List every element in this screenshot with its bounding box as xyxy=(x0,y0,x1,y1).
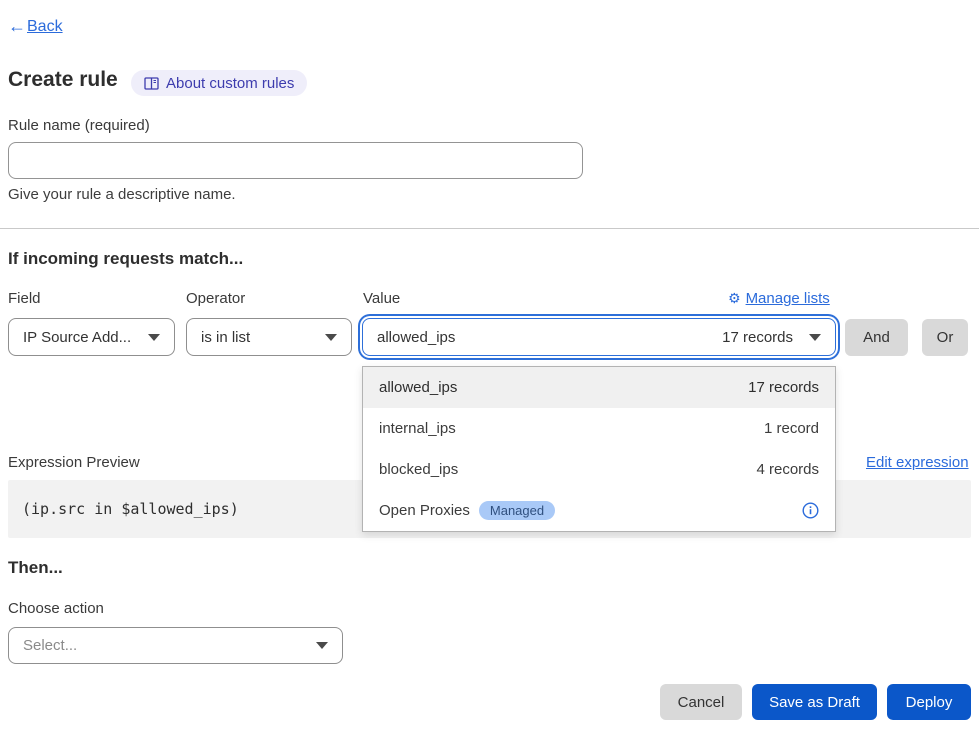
back-arrow-icon: ← xyxy=(8,16,26,37)
chevron-down-icon xyxy=(809,334,821,341)
managed-badge: Managed xyxy=(479,501,555,520)
deploy-button[interactable]: Deploy xyxy=(887,684,971,720)
about-badge-label: About custom rules xyxy=(166,75,294,92)
rule-name-helper-text: Give your rule a descriptive name. xyxy=(8,186,236,203)
rule-name-label: Rule name (required) xyxy=(8,117,150,134)
expression-preview-label: Expression Preview xyxy=(8,454,140,471)
list-name: blocked_ips xyxy=(379,461,458,478)
dropdown-item-internal-ips[interactable]: internal_ips 1 record xyxy=(363,408,835,449)
chevron-down-icon xyxy=(148,334,160,341)
chevron-down-icon xyxy=(316,642,328,649)
section-divider xyxy=(0,228,979,229)
back-link-label: Back xyxy=(27,18,63,36)
gear-icon: ⚙ xyxy=(728,290,741,307)
info-icon[interactable] xyxy=(802,502,819,519)
action-select-placeholder: Select... xyxy=(23,637,77,654)
choose-action-label: Choose action xyxy=(8,600,104,617)
list-name: internal_ips xyxy=(379,420,456,437)
edit-expression-link[interactable]: Edit expression xyxy=(866,454,969,471)
operator-column-label: Operator xyxy=(186,290,245,307)
expression-code: (ip.src in $allowed_ips) xyxy=(22,500,239,518)
about-custom-rules-badge[interactable]: About custom rules xyxy=(131,70,307,96)
field-column-label: Field xyxy=(8,290,41,307)
field-select[interactable]: IP Source Add... xyxy=(8,318,175,356)
list-record-count: 1 record xyxy=(764,420,819,437)
field-select-value: IP Source Add... xyxy=(23,329,131,346)
page-title: Create rule xyxy=(8,68,118,92)
match-section-heading: If incoming requests match... xyxy=(8,249,243,269)
chevron-down-icon xyxy=(325,334,337,341)
list-record-count: 4 records xyxy=(756,461,819,478)
operator-select[interactable]: is in list xyxy=(186,318,352,356)
operator-select-value: is in list xyxy=(201,329,250,346)
and-button[interactable]: And xyxy=(845,319,908,356)
list-name: allowed_ips xyxy=(379,379,457,396)
dropdown-item-allowed-ips[interactable]: allowed_ips 17 records xyxy=(363,367,835,408)
dropdown-item-blocked-ips[interactable]: blocked_ips 4 records xyxy=(363,449,835,490)
value-select[interactable]: allowed_ips 17 records xyxy=(362,318,836,356)
value-select-value: allowed_ips xyxy=(377,329,455,346)
action-select[interactable]: Select... xyxy=(8,627,343,664)
save-as-draft-button[interactable]: Save as Draft xyxy=(752,684,877,720)
value-column-label: Value xyxy=(363,290,400,307)
value-select-record-count: 17 records xyxy=(722,329,793,346)
rule-name-input[interactable] xyxy=(8,142,583,179)
back-link[interactable]: ← Back xyxy=(8,16,63,37)
value-dropdown-menu: allowed_ips 17 records internal_ips 1 re… xyxy=(362,366,836,532)
manage-lists-label: Manage lists xyxy=(746,290,830,307)
or-button[interactable]: Or xyxy=(922,319,968,356)
create-rule-page: ← Back Create rule About custom rules Ru… xyxy=(0,0,979,739)
list-name: Open Proxies xyxy=(379,502,470,519)
dropdown-item-open-proxies[interactable]: Open Proxies Managed xyxy=(363,490,835,531)
list-record-count: 17 records xyxy=(748,379,819,396)
book-icon xyxy=(144,77,159,90)
cancel-button[interactable]: Cancel xyxy=(660,684,742,720)
manage-lists-link[interactable]: ⚙ Manage lists xyxy=(728,290,836,307)
then-section-heading: Then... xyxy=(8,558,63,578)
